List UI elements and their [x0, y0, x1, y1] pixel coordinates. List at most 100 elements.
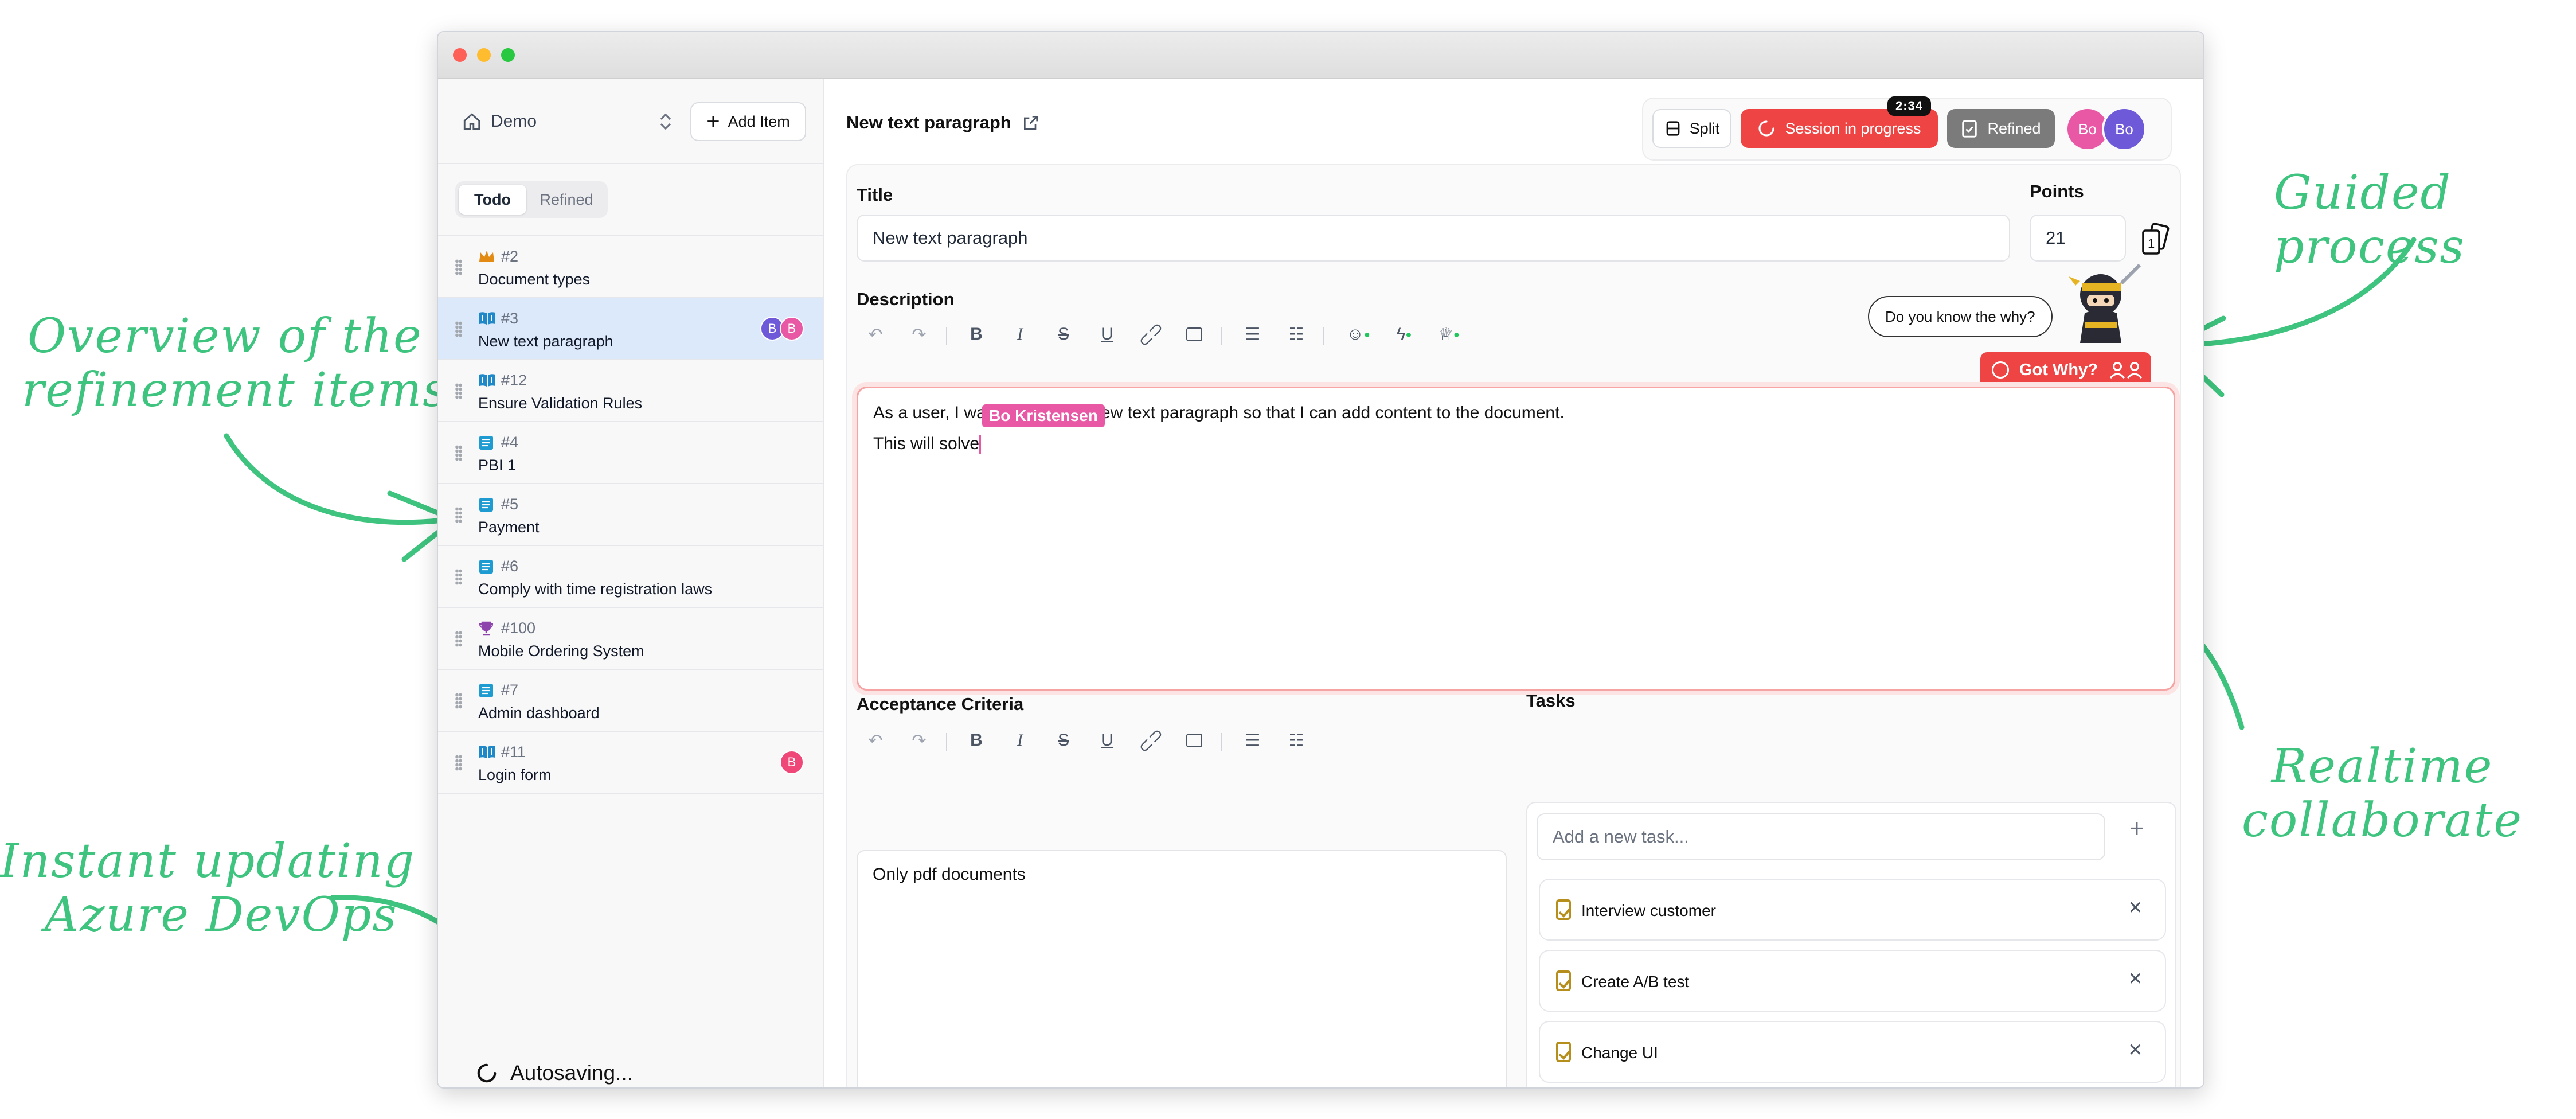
title-bar [438, 32, 2203, 79]
item-editor: Title New text paragraph Points 21 1 Des… [846, 164, 2181, 1087]
italic-icon[interactable]: I [1004, 725, 1035, 756]
description-label: Description [857, 289, 955, 309]
bullet-list-icon[interactable]: ☰ [1237, 319, 1268, 350]
collaborator-cursor-label: Bo Kristensen [982, 404, 1105, 427]
backlog-item[interactable]: #6 Comply with time registration laws [438, 546, 823, 608]
numbered-list-icon[interactable]: ☷ [1281, 725, 1312, 756]
bold-icon[interactable]: B [961, 725, 992, 756]
task-item[interactable]: Create A/B test × [1539, 950, 2166, 1012]
toolbar-divider [946, 327, 947, 345]
drag-handle-icon[interactable] [455, 383, 462, 399]
drag-handle-icon[interactable] [455, 507, 462, 523]
strikethrough-icon[interactable]: S [1048, 725, 1079, 756]
underline-icon[interactable]: U [1092, 725, 1123, 756]
item-title: New text paragraph [478, 333, 613, 350]
add-item-label: Add Item [728, 112, 790, 130]
external-link-icon[interactable] [1022, 114, 1040, 132]
drag-handle-icon[interactable] [455, 755, 462, 771]
add-task-plus-icon[interactable]: + [2129, 814, 2144, 843]
strikethrough-icon[interactable]: S [1048, 319, 1079, 350]
avatar: B [780, 317, 804, 341]
backlog-item[interactable]: #5 Payment [438, 484, 823, 546]
maximize-window-button[interactable] [501, 48, 515, 62]
assistant-bubble: Do you know the why? [1868, 296, 2053, 337]
description-editor[interactable]: As a user, I want to create a new text p… [857, 387, 2175, 691]
drag-handle-icon[interactable] [455, 569, 462, 585]
task-item[interactable]: Change UI × [1539, 1021, 2166, 1083]
workspace-selector[interactable]: Demo [462, 102, 673, 141]
drag-handle-icon[interactable] [455, 445, 462, 461]
drag-handle-icon[interactable] [455, 259, 462, 275]
image-icon[interactable] [1179, 319, 1210, 350]
add-item-button[interactable]: + Add Item [690, 102, 806, 141]
redo-icon[interactable]: ↷ [904, 725, 935, 756]
cards-icon[interactable]: 1 [2140, 223, 2170, 257]
backlog-item[interactable]: #2 Document types [438, 236, 823, 298]
clipboard-check-icon [1556, 970, 1571, 991]
bolt-icon[interactable]: ϟ ● [1389, 319, 1420, 350]
document-icon [478, 683, 495, 699]
backlog-item[interactable]: #100 Mobile Ordering System [438, 608, 823, 670]
link-icon[interactable]: ⊂⊃ [1129, 313, 1172, 356]
underline-icon[interactable]: U [1092, 319, 1123, 350]
points-input[interactable]: 21 [2030, 215, 2126, 262]
home-icon [463, 113, 480, 130]
link-icon[interactable]: ⊂⊃ [1129, 719, 1172, 762]
item-number: #4 [501, 434, 519, 451]
bullet-list-icon[interactable]: ☰ [1237, 725, 1268, 756]
item-title: Mobile Ordering System [478, 642, 644, 660]
tab-todo[interactable]: Todo [459, 185, 526, 215]
avatar[interactable]: Bo [2102, 107, 2147, 151]
document-icon [478, 559, 495, 575]
book-icon [478, 373, 495, 389]
task-item[interactable]: Interview customer × [1539, 879, 2166, 941]
remove-task-icon[interactable]: × [2129, 895, 2142, 921]
numbered-list-icon[interactable]: ☷ [1281, 319, 1312, 350]
drag-handle-icon[interactable] [455, 631, 462, 647]
drag-handle-icon[interactable] [455, 321, 462, 337]
remove-task-icon[interactable]: × [2129, 966, 2142, 992]
backlog-item[interactable]: #11 Login form B [438, 732, 823, 794]
undo-icon[interactable]: ↶ [860, 319, 891, 350]
image-icon[interactable] [1179, 725, 1210, 756]
persona-icon[interactable]: ☺ ● [1343, 319, 1374, 350]
minimize-window-button[interactable] [477, 48, 491, 62]
split-button[interactable]: Split [1652, 109, 1731, 148]
item-number: #100 [501, 619, 536, 637]
redo-icon[interactable]: ↷ [904, 319, 935, 350]
trophy-icon[interactable]: ♕ ● [1433, 319, 1464, 350]
trophy-icon [478, 621, 495, 637]
backlog-item[interactable]: #7 Admin dashboard [438, 670, 823, 732]
tab-refined[interactable]: Refined [529, 185, 604, 215]
close-window-button[interactable] [453, 48, 467, 62]
backlog-item[interactable]: #3 New text paragraph B B [438, 298, 823, 360]
item-number: #5 [501, 496, 519, 513]
annotation-line: refinement items [22, 363, 448, 418]
italic-icon[interactable]: I [1004, 319, 1035, 350]
toolbar-divider [1323, 327, 1324, 345]
description-line: This will solve [873, 434, 980, 453]
title-input[interactable]: New text paragraph [857, 215, 2010, 262]
circle-icon [1992, 361, 2009, 379]
new-task-input[interactable]: Add a new task... [1537, 813, 2105, 860]
backlog-item[interactable]: #12 Ensure Validation Rules [438, 360, 823, 422]
toolbar-divider [946, 733, 947, 751]
remove-task-icon[interactable]: × [2129, 1037, 2142, 1063]
session-timer-badge: 2:34 [1887, 96, 1932, 116]
book-icon [478, 311, 495, 327]
refined-button[interactable]: Refined [1947, 109, 2055, 148]
bold-icon[interactable]: B [961, 319, 992, 350]
text-cursor [979, 435, 982, 455]
annotation-realtime: Realtime collaborate [2242, 739, 2523, 848]
undo-icon[interactable]: ↶ [860, 725, 891, 756]
task-title: Interview customer [1581, 902, 1716, 919]
backlog-item[interactable]: #4 PBI 1 [438, 422, 823, 484]
annotation-overview: Overview of the refinement items [22, 309, 448, 418]
item-title: Payment [478, 518, 540, 536]
item-title: Comply with time registration laws [478, 580, 713, 598]
got-why-button[interactable]: Got Why? [1980, 352, 2151, 388]
drag-handle-icon[interactable] [455, 693, 462, 709]
task-title: Create A/B test [1581, 973, 1690, 991]
description-toolbar: ↶ ↷ B I S U ⊂⊃ ☰ ☷ ☺ ● ϟ ● ♕ ● [857, 318, 1487, 353]
acceptance-criteria-editor[interactable]: Only pdf documents [857, 850, 1507, 1087]
